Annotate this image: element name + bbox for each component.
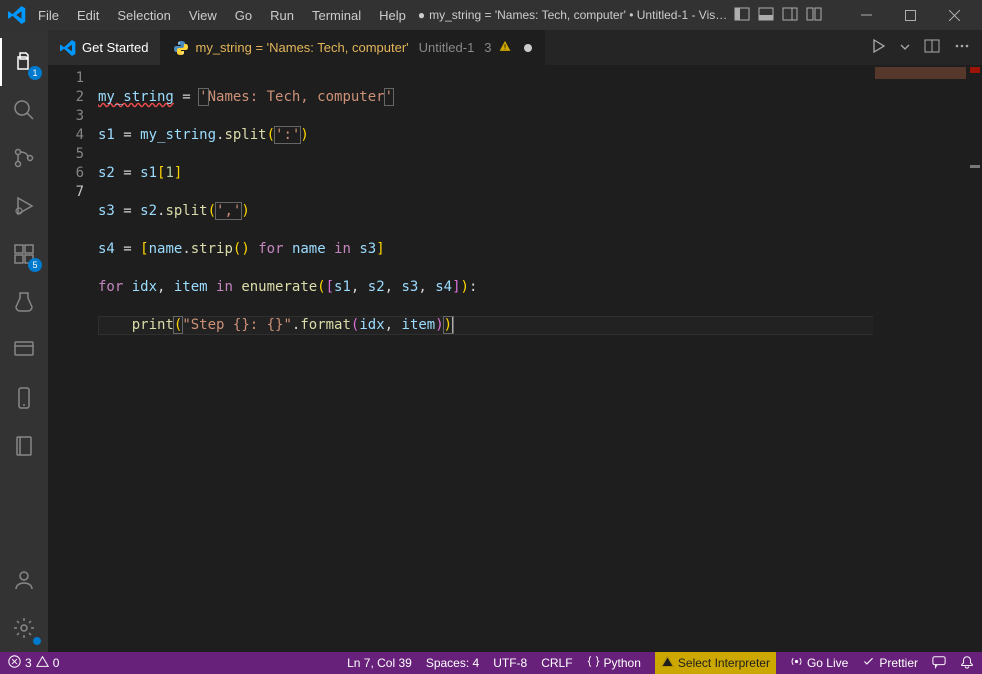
tab-label: Get Started: [82, 40, 148, 55]
vscode-icon: [60, 40, 76, 56]
minimize-button[interactable]: [846, 1, 886, 29]
extensions-badge: 5: [28, 258, 42, 272]
status-prettier[interactable]: Prettier: [862, 655, 918, 671]
check-icon: [862, 655, 875, 671]
activity-account[interactable]: [0, 556, 48, 604]
status-eol[interactable]: CRLF: [541, 656, 572, 670]
layout-icon[interactable]: [806, 6, 822, 25]
status-problems[interactable]: 3 0: [8, 655, 59, 671]
tab-untitled-file[interactable]: my_string = 'Names: Tech, computer' Unti…: [161, 30, 544, 65]
window-title: ●my_string = 'Names: Tech, computer' • U…: [418, 8, 730, 22]
menu-file[interactable]: File: [30, 4, 67, 27]
activity-testing[interactable]: [0, 278, 48, 326]
status-language[interactable]: Python: [587, 655, 641, 671]
status-notifications[interactable]: [960, 655, 974, 672]
bell-icon: [960, 655, 974, 672]
error-icon: [8, 655, 21, 671]
menu-view[interactable]: View: [181, 4, 225, 27]
tab-label: my_string = 'Names: Tech, computer': [195, 40, 408, 55]
tab-get-started[interactable]: Get Started: [48, 30, 161, 65]
menu-terminal[interactable]: Terminal: [304, 4, 369, 27]
activity-scm[interactable]: [0, 134, 48, 182]
activity-bar: 1 5: [0, 30, 48, 652]
status-bar: 3 0 Ln 7, Col 39 Spaces: 4 UTF-8 CRLF Py…: [0, 652, 982, 674]
main-menu: File Edit Selection View Go Run Terminal…: [30, 4, 414, 27]
activity-notebook[interactable]: [0, 422, 48, 470]
editor-area: Get Started my_string = 'Names: Tech, co…: [48, 30, 982, 652]
minimap[interactable]: [873, 65, 968, 652]
maximize-button[interactable]: [890, 1, 930, 29]
explorer-badge: 1: [28, 66, 42, 80]
line-numbers: 1 2 3 4 5 6 7: [48, 65, 98, 652]
menu-go[interactable]: Go: [227, 4, 260, 27]
code-content[interactable]: my_string = 'Names: Tech, computer' s1 =…: [98, 65, 982, 652]
vertical-scrollbar[interactable]: [968, 65, 982, 652]
activity-debug[interactable]: [0, 182, 48, 230]
warning-icon: [36, 655, 49, 671]
python-icon: [173, 40, 189, 56]
status-spaces[interactable]: Spaces: 4: [426, 656, 479, 670]
panel-right-icon[interactable]: [782, 6, 798, 25]
menu-run[interactable]: Run: [262, 4, 302, 27]
activity-search[interactable]: [0, 86, 48, 134]
run-button[interactable]: [870, 38, 886, 57]
title-bar: File Edit Selection View Go Run Terminal…: [0, 0, 982, 30]
menu-edit[interactable]: Edit: [69, 4, 107, 27]
close-button[interactable]: [934, 1, 974, 29]
status-cursor[interactable]: Ln 7, Col 39: [347, 656, 412, 670]
tab-sublabel: Untitled-1: [419, 40, 475, 55]
split-editor-button[interactable]: [924, 38, 940, 57]
status-interpreter[interactable]: Select Interpreter: [655, 652, 776, 674]
status-feedback[interactable]: [932, 655, 946, 672]
activity-device[interactable]: [0, 374, 48, 422]
run-dropdown[interactable]: [900, 40, 910, 55]
window-controls: [734, 1, 974, 29]
warning-icon: [498, 39, 512, 56]
settings-sync-badge-icon: [32, 636, 42, 646]
status-encoding[interactable]: UTF-8: [493, 656, 527, 670]
menu-selection[interactable]: Selection: [109, 4, 178, 27]
panel-bottom-icon[interactable]: [758, 6, 774, 25]
feedback-icon: [932, 655, 946, 672]
activity-explorer[interactable]: 1: [0, 38, 48, 86]
warning-icon: [661, 655, 674, 671]
activity-settings[interactable]: [0, 604, 48, 652]
activity-remote[interactable]: [0, 326, 48, 374]
vscode-logo-icon: [8, 6, 26, 24]
panel-left-icon[interactable]: [734, 6, 750, 25]
menu-help[interactable]: Help: [371, 4, 414, 27]
editor-tabs: Get Started my_string = 'Names: Tech, co…: [48, 30, 982, 65]
more-actions-button[interactable]: [954, 38, 970, 57]
activity-extensions[interactable]: 5: [0, 230, 48, 278]
dirty-indicator-icon: [524, 44, 532, 52]
broadcast-icon: [790, 655, 803, 671]
braces-icon: [587, 655, 600, 671]
editor-body[interactable]: 1 2 3 4 5 6 7 my_string = 'Names: Tech, …: [48, 65, 982, 652]
tab-problems-count: 3: [484, 40, 491, 55]
status-golive[interactable]: Go Live: [790, 655, 848, 671]
